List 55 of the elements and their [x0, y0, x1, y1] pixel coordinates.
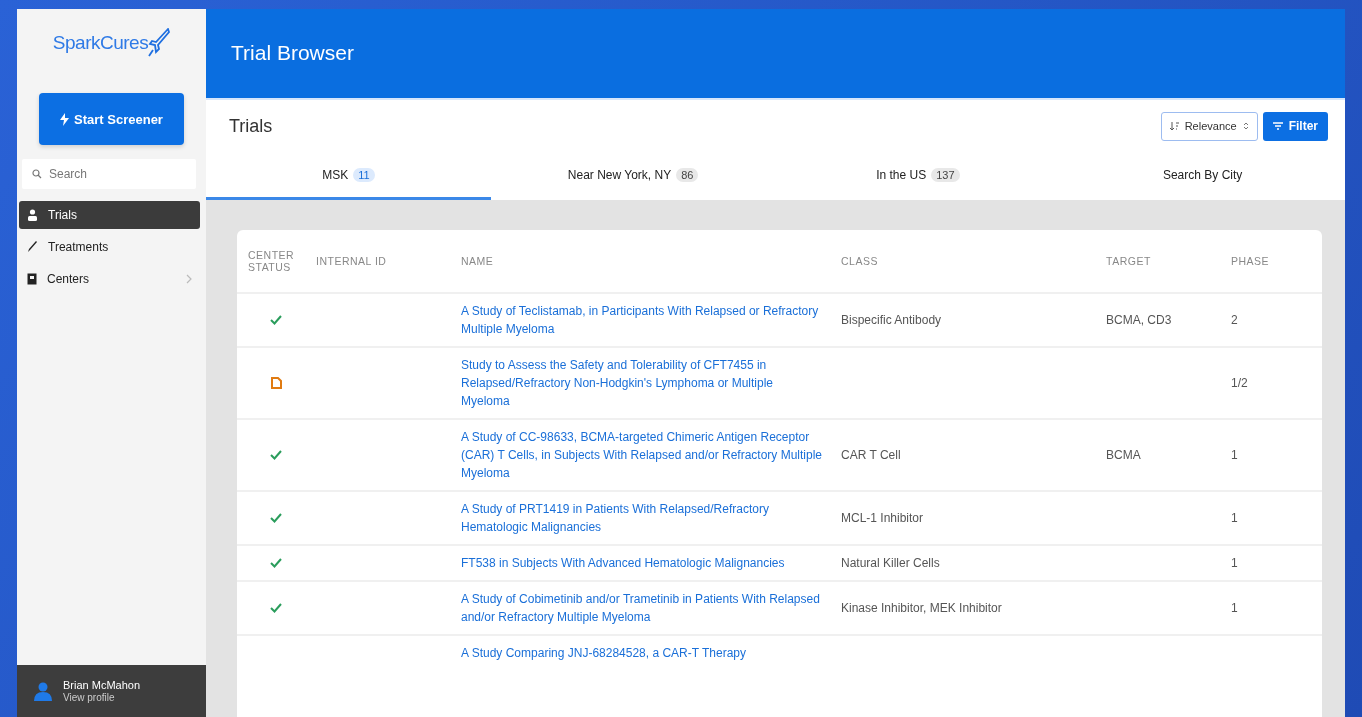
chevron-right-icon: [186, 274, 192, 284]
table-cell: 1/2: [1231, 376, 1248, 390]
table-cell: Natural Killer Cells: [841, 556, 940, 570]
trial-name-link[interactable]: A Study of Teclistamab, in Participants With Relapsed or Refractory Multiple Myeloma: [461, 302, 823, 338]
start-screener-button[interactable]: Start Screener: [39, 93, 184, 145]
tab[interactable]: Near New York, NY 86: [490, 152, 776, 200]
trial-name-link[interactable]: A Study of Cobimetinib and/or Trametinib in Patients With Relapsed and/or Refractory Multiple Myeloma: [461, 590, 823, 626]
page-title: Trial Browser: [231, 40, 354, 65]
tab[interactable]: Search By City: [1060, 152, 1345, 200]
rocket-icon: [148, 28, 171, 58]
table-cell: 1: [1231, 556, 1238, 570]
nav-item[interactable]: Trials: [19, 201, 200, 229]
section-title: Trials: [229, 115, 273, 137]
logo-text: SparkCures: [52, 32, 149, 54]
tab[interactable]: In the US 137: [775, 152, 1061, 200]
table-cell: 2: [1231, 313, 1238, 327]
table-cell: 1: [1231, 601, 1238, 615]
sort-icon: [1169, 121, 1179, 131]
table-cell: 1: [1231, 511, 1238, 525]
trial-name-link[interactable]: Study to Assess the Safety and Tolerability of CFT7455 in Relapsed/Refractory Non-Hodgkin's Lymphoma or Multiple Myeloma: [461, 356, 823, 410]
column-header: CLASS: [840, 255, 879, 267]
trial-name-link[interactable]: FT538 in Subjects With Advanced Hematologic Malignancies: [461, 554, 823, 572]
column-header: PHASE: [1230, 255, 1271, 267]
table-cell: Bispecific Antibody: [841, 313, 942, 327]
count-badge: 11: [353, 167, 375, 182]
table-cell: Kinase Inhibitor, MEK Inhibitor: [841, 601, 1002, 615]
column-header: TARGET: [1105, 255, 1152, 267]
table-cell: MCL-1 Inhibitor: [841, 511, 924, 525]
filter-button[interactable]: Filter: [1262, 111, 1328, 141]
column-header: INTERNAL ID: [315, 255, 388, 267]
user-name: Brian McMahon: [63, 679, 141, 691]
column-header: NAME: [460, 255, 495, 267]
table-cell: BCMA: [1106, 448, 1141, 462]
column-header: CENTER STATUS: [247, 249, 296, 273]
count-badge: 137: [931, 167, 960, 182]
trial-name-link[interactable]: A Study Comparing JNJ-68284528, a CAR-T Therapy: [461, 644, 823, 662]
pen-icon: [27, 241, 38, 253]
nav-item[interactable]: Centers: [19, 265, 200, 293]
lightning-icon: [60, 112, 70, 126]
user-avatar-icon: [33, 681, 53, 701]
table-cell: BCMA, CD3: [1106, 313, 1172, 327]
table-cell: CAR T Cell: [841, 448, 901, 462]
person-icon: [27, 209, 38, 221]
filter-icon: [1272, 121, 1283, 131]
count-badge: 86: [676, 167, 699, 182]
table-cell: 1: [1231, 448, 1238, 462]
sort-select[interactable]: Relevance: [1160, 111, 1258, 141]
search-icon: [32, 169, 42, 179]
search-field[interactable]: Search: [22, 159, 196, 189]
trial-name-link[interactable]: A Study of CC-98633, BCMA-targeted Chimeric Antigen Receptor (CAR) T Cells, in Subjects With Relapsed and/or Refractory Multiple Myeloma: [461, 428, 823, 482]
updown-caret-icon: [1242, 121, 1249, 131]
building-icon: [27, 273, 37, 285]
view-profile-link[interactable]: View profile: [63, 692, 141, 703]
nav-item[interactable]: Treatments: [19, 233, 200, 261]
trial-name-link[interactable]: A Study of PRT1419 in Patients With Relapsed/Refractory Hematologic Malignancies: [461, 500, 823, 536]
